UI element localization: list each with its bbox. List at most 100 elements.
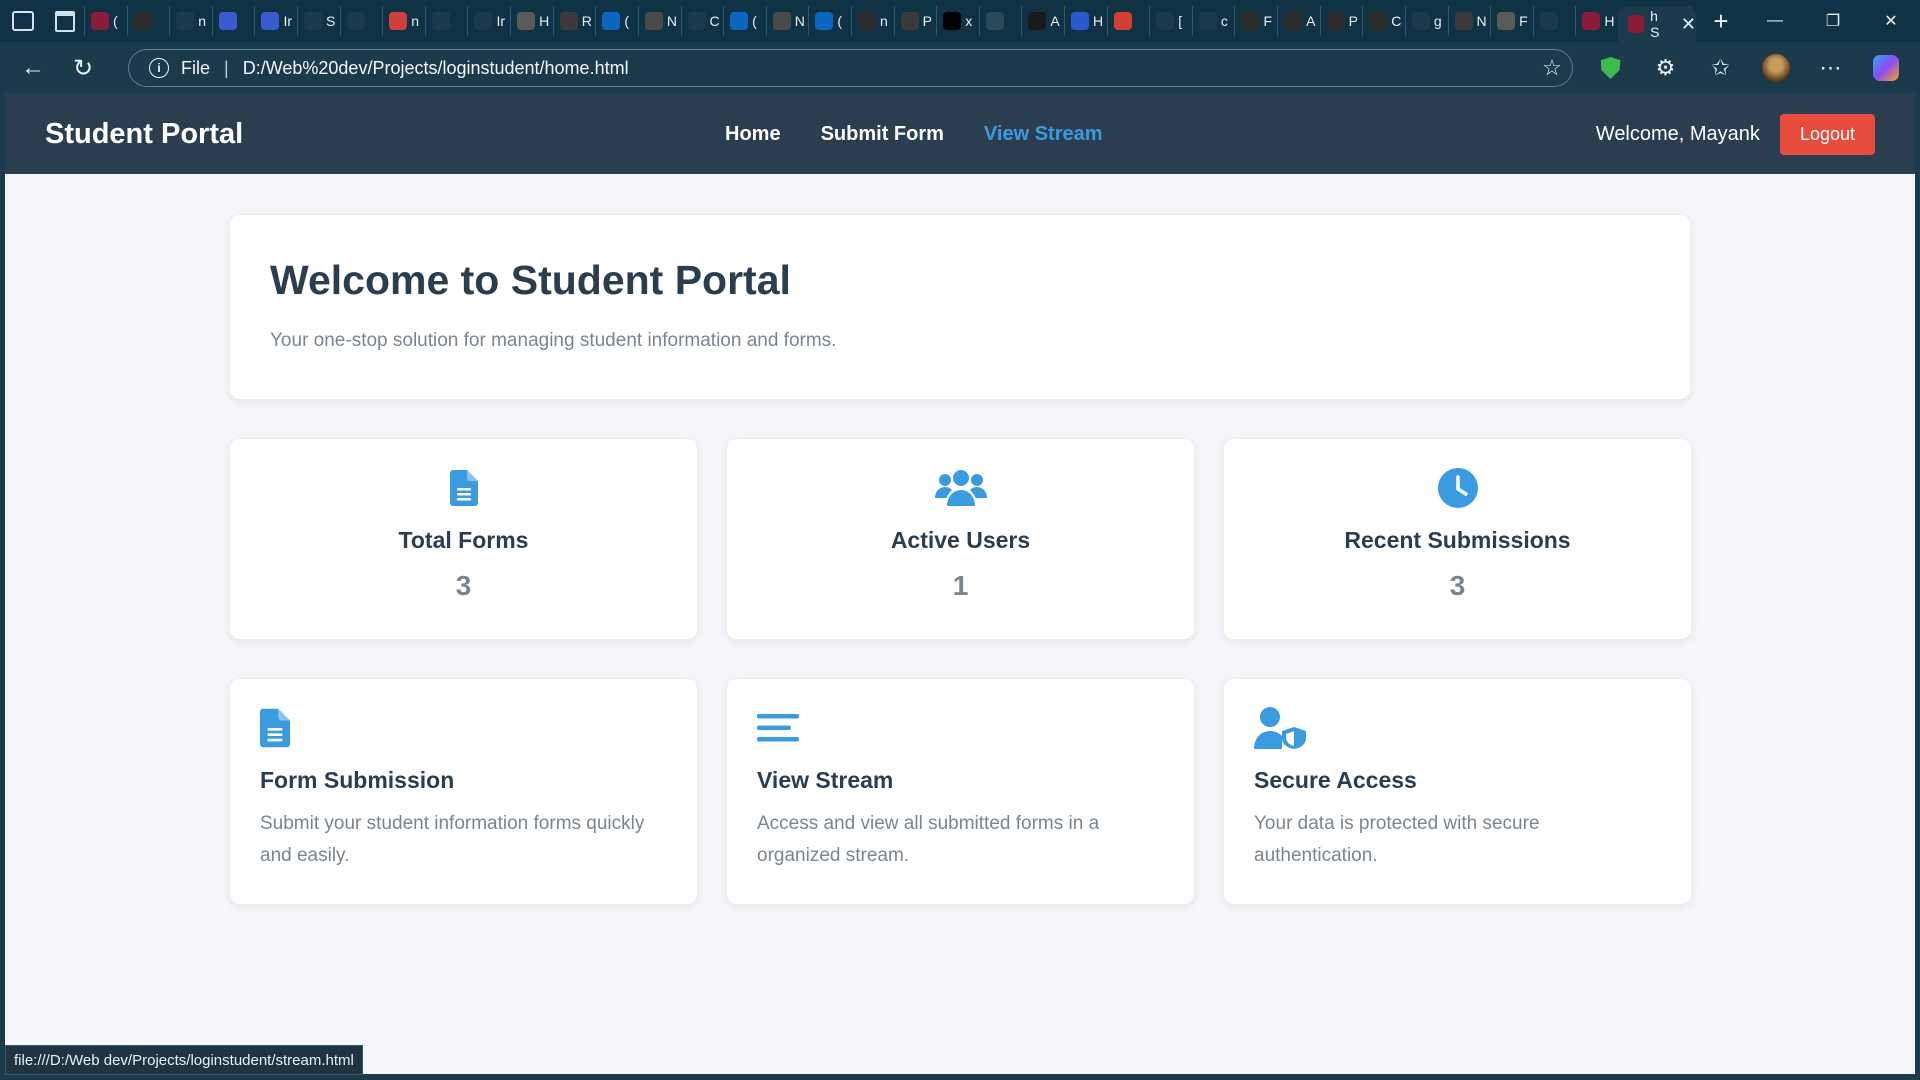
site-navbar: Student Portal Home Submit Form View Str… (5, 94, 1915, 174)
tab-favicon-icon (517, 12, 536, 30)
browser-tab[interactable]: R (552, 6, 596, 36)
browser-tab[interactable] (1532, 6, 1576, 36)
tab-favicon-icon (985, 12, 1004, 30)
copilot-icon (1872, 55, 1899, 81)
tab-title: Ir (283, 13, 292, 29)
active-tab[interactable]: h S ✕ (1618, 6, 1696, 42)
tab-title: H (1093, 13, 1104, 29)
browser-tab[interactable]: N (637, 6, 681, 36)
site-info-icon[interactable]: i (149, 58, 169, 78)
workspaces-button[interactable] (0, 0, 46, 42)
browser-toolbar: ← ↻ i File | D:/Web%20dev/Projects/login… (0, 42, 1920, 94)
browser-tab[interactable]: S (297, 6, 340, 36)
feature-description: Your data is protected with secure authe… (1254, 813, 1540, 866)
url-text[interactable]: D:/Web%20dev/Projects/loginstudent/home.… (243, 58, 1532, 79)
browser-tab[interactable] (339, 6, 383, 36)
shield-icon (1600, 57, 1621, 79)
nav-link-view-stream[interactable]: View Stream (984, 123, 1103, 146)
browser-extensions: ⚙ ✩ ⋯ (1583, 54, 1913, 82)
tab-title: g (1433, 13, 1442, 29)
tab-favicon-icon (857, 12, 876, 30)
browser-tab[interactable]: H (1575, 6, 1618, 36)
feature-card-secure-access: Secure Access Your data is protected wit… (1224, 679, 1691, 904)
welcome-card: Welcome to Student Portal Your one-stop … (230, 215, 1690, 399)
browser-tab[interactable]: n (850, 6, 894, 36)
shield-extension-button[interactable] (1583, 57, 1638, 79)
browser-tab[interactable]: A (1021, 6, 1064, 36)
browser-tab[interactable]: ( (595, 6, 638, 36)
browser-tab[interactable] (1106, 6, 1150, 36)
browser-tab[interactable] (126, 6, 170, 36)
browser-tab[interactable]: ( (808, 6, 851, 36)
browser-tab[interactable]: H (1064, 6, 1107, 36)
browser-tab[interactable]: ( (723, 6, 766, 36)
browser-tab[interactable] (978, 6, 1022, 36)
tab-favicon-icon (431, 12, 450, 30)
tab-favicon-icon (1582, 12, 1601, 30)
browser-tab[interactable]: H (510, 6, 553, 36)
tab-title: Ir (496, 13, 506, 29)
page-subtitle: Your one-stop solution for managing stud… (270, 330, 837, 351)
browser-tab[interactable]: g (1404, 6, 1448, 36)
welcome-text: Welcome, Mayank (1595, 122, 1760, 145)
browser-tab[interactable]: Ir (254, 6, 297, 36)
tab-favicon-icon (1369, 12, 1388, 30)
reload-button[interactable]: ↻ (58, 42, 108, 94)
browser-tab[interactable]: n (169, 6, 212, 36)
tab-actions-button[interactable] (46, 0, 84, 42)
tab-favicon-icon (602, 12, 621, 30)
close-tab-icon[interactable]: ✕ (1681, 14, 1696, 35)
address-bar[interactable]: i File | D:/Web%20dev/Projects/loginstud… (128, 49, 1573, 87)
close-window-icon[interactable]: ✕ (1862, 0, 1920, 42)
favorite-star-icon[interactable]: ☆ (1532, 55, 1572, 81)
browser-tab[interactable]: C (1362, 6, 1405, 36)
stream-icon (757, 707, 1164, 749)
tab-favicon-icon (1071, 12, 1090, 30)
tab-actions-icon (55, 10, 75, 32)
active-tab-title: h S (1650, 8, 1660, 40)
more-options-icon[interactable]: ⋯ (1803, 55, 1858, 81)
browser-tab[interactable]: P (1319, 6, 1363, 36)
browser-tab[interactable]: F (1234, 6, 1277, 36)
stat-value: 3 (455, 570, 472, 601)
feature-card-view-stream: View Stream Access and view all submitte… (727, 679, 1194, 904)
tab-title: ( (837, 13, 843, 29)
browser-tab[interactable] (424, 6, 468, 36)
favorites-button[interactable]: ✩ (1693, 55, 1748, 81)
browser-tab[interactable]: ( (84, 6, 127, 36)
browser-tab[interactable]: C (680, 6, 724, 36)
tab-favicon-icon (91, 12, 109, 30)
browser-tab[interactable] (211, 6, 255, 36)
browser-tab[interactable]: x (936, 6, 979, 36)
nav-link-home[interactable]: Home (725, 123, 781, 146)
extensions-button[interactable]: ⚙ (1638, 55, 1693, 81)
browser-tab[interactable]: n (382, 6, 425, 36)
browser-tab[interactable]: F (1490, 6, 1533, 36)
tab-favicon-icon (815, 12, 834, 30)
nav-link-submit-form[interactable]: Submit Form (821, 123, 944, 146)
profile-avatar (1761, 54, 1790, 82)
copilot-button[interactable] (1858, 55, 1913, 81)
tab-favicon-icon (900, 12, 919, 30)
profile-button[interactable] (1748, 54, 1803, 82)
tab-title: F (1263, 13, 1273, 29)
browser-tab[interactable]: Ir (467, 6, 510, 36)
back-button[interactable]: ← (8, 42, 58, 94)
browser-tab[interactable]: P (893, 6, 937, 36)
feature-title: Form Submission (260, 767, 455, 793)
browser-tab[interactable]: N (765, 6, 809, 36)
brand-logo[interactable]: Student Portal (45, 118, 725, 151)
new-tab-button[interactable]: + (1696, 6, 1746, 37)
user-shield-icon (1254, 707, 1661, 749)
tab-favicon-icon (1284, 12, 1303, 30)
feature-card-form-submission: Form Submission Submit your student info… (230, 679, 697, 904)
restore-icon[interactable]: ❐ (1804, 0, 1862, 42)
browser-tab[interactable]: A (1277, 6, 1320, 36)
logout-button[interactable]: Logout (1779, 113, 1875, 155)
browser-tab[interactable]: N (1447, 6, 1491, 36)
tab-title: H (1604, 13, 1615, 29)
browser-tab[interactable]: c (1191, 6, 1235, 36)
minimize-icon[interactable]: — (1746, 0, 1804, 42)
browser-tab[interactable]: [ (1149, 6, 1192, 36)
tab-favicon-icon (1113, 12, 1132, 30)
